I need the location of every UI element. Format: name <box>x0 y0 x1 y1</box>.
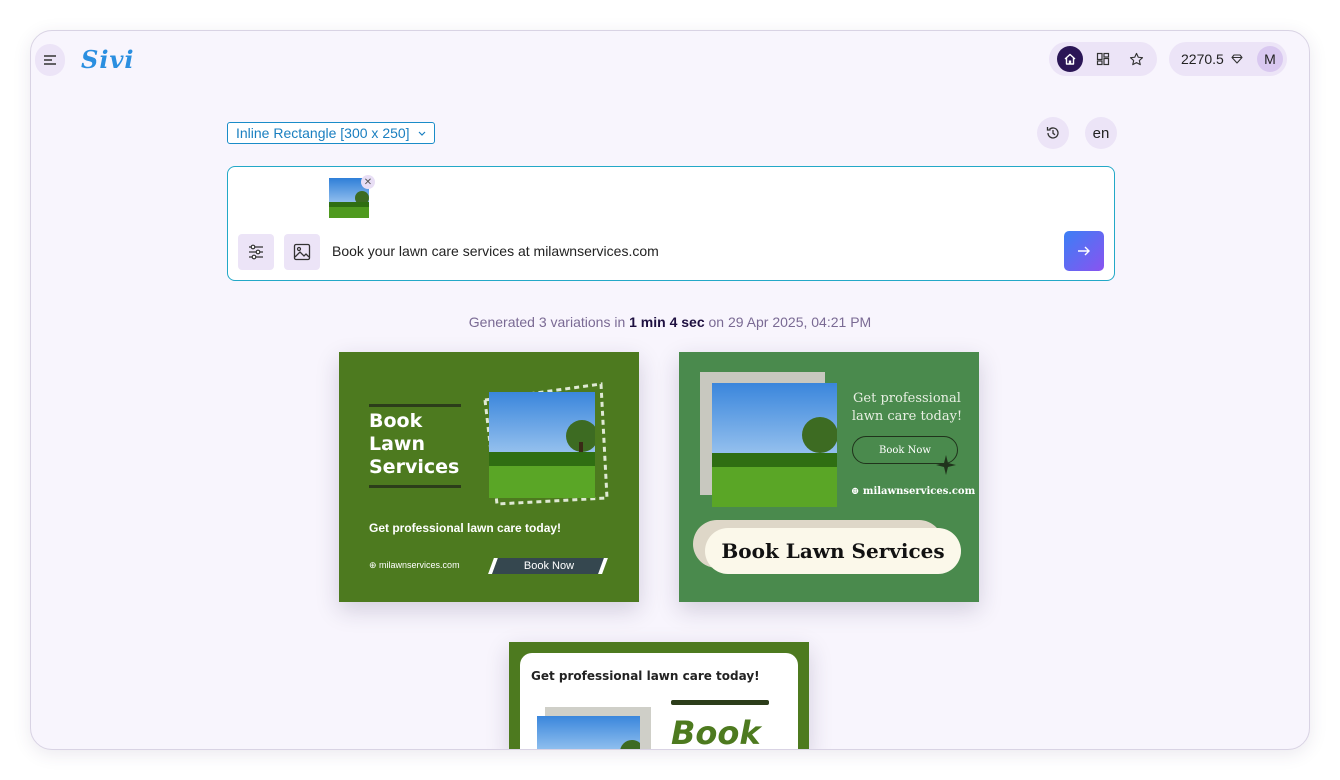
title-bar-bottom <box>369 485 461 488</box>
nav-favorites-button[interactable] <box>1123 46 1149 72</box>
title-bar <box>671 700 769 705</box>
app-window: Sivi 2270.5 M Inline Rectangle [300 x 25… <box>30 30 1310 750</box>
ad-size-select[interactable]: Inline Rectangle [300 x 250] <box>227 122 435 144</box>
sparkle-icon <box>936 455 956 475</box>
history-button[interactable] <box>1037 117 1069 149</box>
ad-size-value: Inline Rectangle [300 x 250] <box>236 125 410 141</box>
ad-subtitle: Get professional lawn care today! <box>851 391 963 424</box>
chevron-down-icon <box>418 131 426 136</box>
ad-variation-2[interactable]: Get professional lawn care today! Book N… <box>679 352 979 602</box>
credits-value: 2270.5 <box>1181 51 1224 67</box>
nav-templates-button[interactable] <box>1090 46 1116 72</box>
nav-group <box>1049 42 1157 76</box>
ad-title: Book Lawn Services <box>705 528 961 574</box>
history-icon <box>1046 127 1059 139</box>
ad-subtitle: Get professional lawn care today! <box>369 521 562 535</box>
home-icon <box>1064 53 1076 65</box>
image-icon <box>293 243 311 261</box>
ad-url: ⊕ milawnservices.com <box>851 486 976 497</box>
title-bar-top <box>369 404 461 407</box>
ad-photo <box>712 383 837 507</box>
diamond-icon <box>1231 54 1243 64</box>
avatar[interactable]: M <box>1257 46 1283 72</box>
sliders-icon <box>249 244 263 260</box>
image-upload-button[interactable] <box>284 234 320 270</box>
generation-timestamp: 29 Apr 2025, 04:21 PM <box>727 314 872 330</box>
prompt-input[interactable]: Book your lawn care services at milawnse… <box>332 243 659 259</box>
ad-photo <box>537 716 640 749</box>
arrow-right-icon <box>1078 246 1090 256</box>
generation-info: Generated 3 variations in 1 min 4 sec on… <box>468 314 872 330</box>
ad-variation-1[interactable]: Book Lawn Services Get professional lawn… <box>339 352 639 602</box>
templates-icon <box>1096 52 1110 66</box>
star-icon <box>1129 52 1143 65</box>
ad-title: Book Lawn Services <box>369 410 460 478</box>
prompt-box: ✕ Book your lawn care services at milawn… <box>227 166 1115 281</box>
nav-home-button[interactable] <box>1056 46 1083 72</box>
ad-title: Book <box>671 714 761 750</box>
language-button[interactable]: en <box>1085 117 1117 149</box>
ad-subtitle: Get professional lawn care today! <box>531 669 760 683</box>
settings-button[interactable] <box>238 234 274 270</box>
ad-variation-3[interactable]: Get professional lawn care today! Book <box>509 642 809 750</box>
remove-attachment-button[interactable]: ✕ <box>361 175 375 189</box>
send-button[interactable] <box>1064 231 1104 271</box>
menu-button[interactable] <box>35 44 65 76</box>
credits-badge[interactable]: 2270.5 M <box>1169 42 1287 76</box>
ad-photo <box>489 392 595 498</box>
ad-cta-button[interactable]: Book Now <box>492 558 606 574</box>
ad-url: ⊕ milawnservices.com <box>369 560 460 570</box>
app-logo[interactable]: Sivi <box>81 45 135 74</box>
hamburger-icon <box>44 55 56 65</box>
generation-duration: 1 min 4 sec <box>629 314 705 330</box>
